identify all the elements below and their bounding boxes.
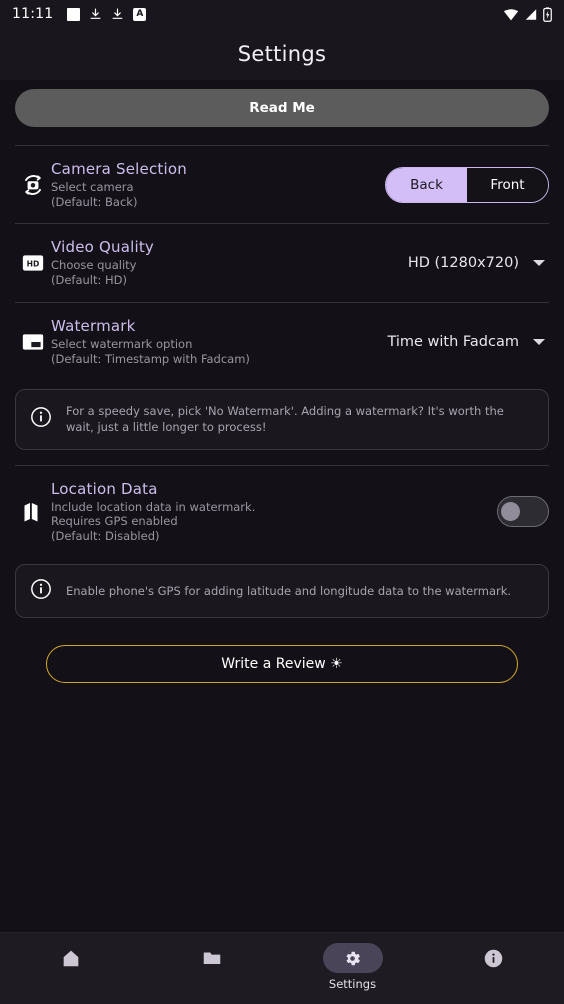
battery-charging-icon: [543, 6, 552, 22]
watermark-value: Time with Fadcam: [387, 333, 519, 350]
setting-row-camera-selection[interactable]: Camera Selection Select camera (Default:…: [15, 146, 549, 223]
map-icon: [15, 501, 51, 523]
location-data-subtitle-3: (Default: Disabled): [51, 528, 160, 543]
setting-row-video-quality[interactable]: HD Video Quality Choose quality (Default…: [15, 224, 549, 301]
watermark-info-card: For a speedy save, pick 'No Watermark'. …: [15, 389, 549, 450]
wifi-icon: [503, 8, 519, 20]
location-data-subtitle-2: Requires GPS enabled: [51, 514, 178, 529]
watermark-subtitle-2: (Default: Timestamp with Fadcam): [51, 351, 250, 366]
setting-row-location-data[interactable]: Location Data Include location data in w…: [15, 466, 549, 558]
gps-info-text: Enable phone's GPS for adding latitude a…: [66, 583, 512, 598]
hd-badge-icon: HD: [15, 254, 51, 272]
video-quality-subtitle-1: Choose quality: [51, 258, 137, 273]
video-quality-dropdown[interactable]: HD (1280x720): [408, 255, 549, 271]
gear-icon: [346, 951, 360, 965]
app-screen: 11:11 A Settings Read Me Camera Selectio…: [0, 0, 564, 1004]
location-data-toggle[interactable]: [497, 496, 549, 528]
page-title: Settings: [237, 42, 327, 66]
setting-row-watermark[interactable]: Watermark Select watermark option (Defau…: [15, 303, 549, 380]
info-icon: [30, 578, 52, 604]
gps-info-card: Enable phone's GPS for adding latitude a…: [15, 563, 549, 618]
status-bar: 11:11 A: [0, 0, 564, 28]
status-time: 11:11: [12, 6, 54, 22]
download-icon: [112, 8, 123, 19]
watermark-dropdown[interactable]: Time with Fadcam: [387, 334, 549, 350]
video-quality-value: HD (1280x720): [407, 255, 519, 272]
video-quality-title: Video Quality: [51, 238, 154, 257]
toggle-knob: [501, 502, 520, 522]
status-left-icons: A: [67, 7, 147, 21]
chevron-down-icon[interactable]: [533, 260, 545, 267]
location-data-subtitle-1: Include location data in watermark.: [51, 499, 256, 514]
camera-selection-subtitle-1: Select camera: [51, 180, 134, 194]
status-right-icons: [503, 6, 552, 22]
letter-a-icon: A: [133, 7, 147, 21]
nav-pill-folder: [182, 943, 242, 973]
segment-back[interactable]: Back: [386, 167, 467, 202]
watermark-title: Watermark: [51, 316, 136, 335]
cell-signal-icon: [525, 8, 537, 20]
nav-item-folder[interactable]: [141, 943, 282, 977]
camera-flip-icon: [15, 172, 51, 198]
chevron-down-icon[interactable]: [533, 338, 545, 345]
write-a-review-button[interactable]: Write a Review ☀: [46, 644, 518, 683]
svg-text:HD: HD: [27, 260, 40, 269]
nav-pill-home: [41, 943, 101, 973]
read-me-button[interactable]: Read Me: [15, 89, 549, 127]
watermark-text: Watermark Select watermark option (Defau…: [51, 317, 387, 366]
nav-pill-info: [464, 943, 524, 973]
watermark-subtitle-1: Select watermark option: [51, 336, 193, 351]
bottom-navigation-bar: Settings: [0, 932, 564, 1004]
folder-icon: [203, 952, 220, 964]
nav-pill-settings: [322, 943, 383, 973]
video-quality-text: Video Quality Choose quality (Default: H…: [51, 238, 408, 287]
nav-item-info[interactable]: [423, 943, 564, 977]
download-icon: [90, 8, 101, 19]
camera-selection-segmented-control[interactable]: Back Front: [385, 166, 549, 203]
title-bar: Settings: [0, 28, 564, 80]
info-icon: [30, 406, 52, 432]
video-quality-subtitle-2: (Default: HD): [51, 273, 128, 288]
watermark-icon: [15, 333, 51, 351]
nav-label-settings: Settings: [328, 977, 377, 991]
camera-selection-title: Camera Selection: [51, 160, 187, 178]
segment-front[interactable]: Front: [467, 167, 548, 202]
nav-item-settings[interactable]: Settings: [282, 943, 423, 991]
location-data-title: Location Data: [51, 479, 158, 498]
nav-item-home[interactable]: [0, 943, 141, 977]
camera-selection-subtitle-2: (Default: Back): [51, 194, 138, 209]
camera-selection-text: Camera Selection Select camera (Default:…: [51, 160, 385, 209]
home-icon: [63, 950, 78, 967]
watermark-info-text: For a speedy save, pick 'No Watermark'. …: [66, 404, 504, 435]
settings-content: Read Me Camera Selection Select camera (…: [0, 80, 564, 932]
location-data-text: Location Data Include location data in w…: [51, 480, 497, 544]
white-square-icon: [67, 7, 81, 21]
info-icon: [484, 949, 503, 967]
